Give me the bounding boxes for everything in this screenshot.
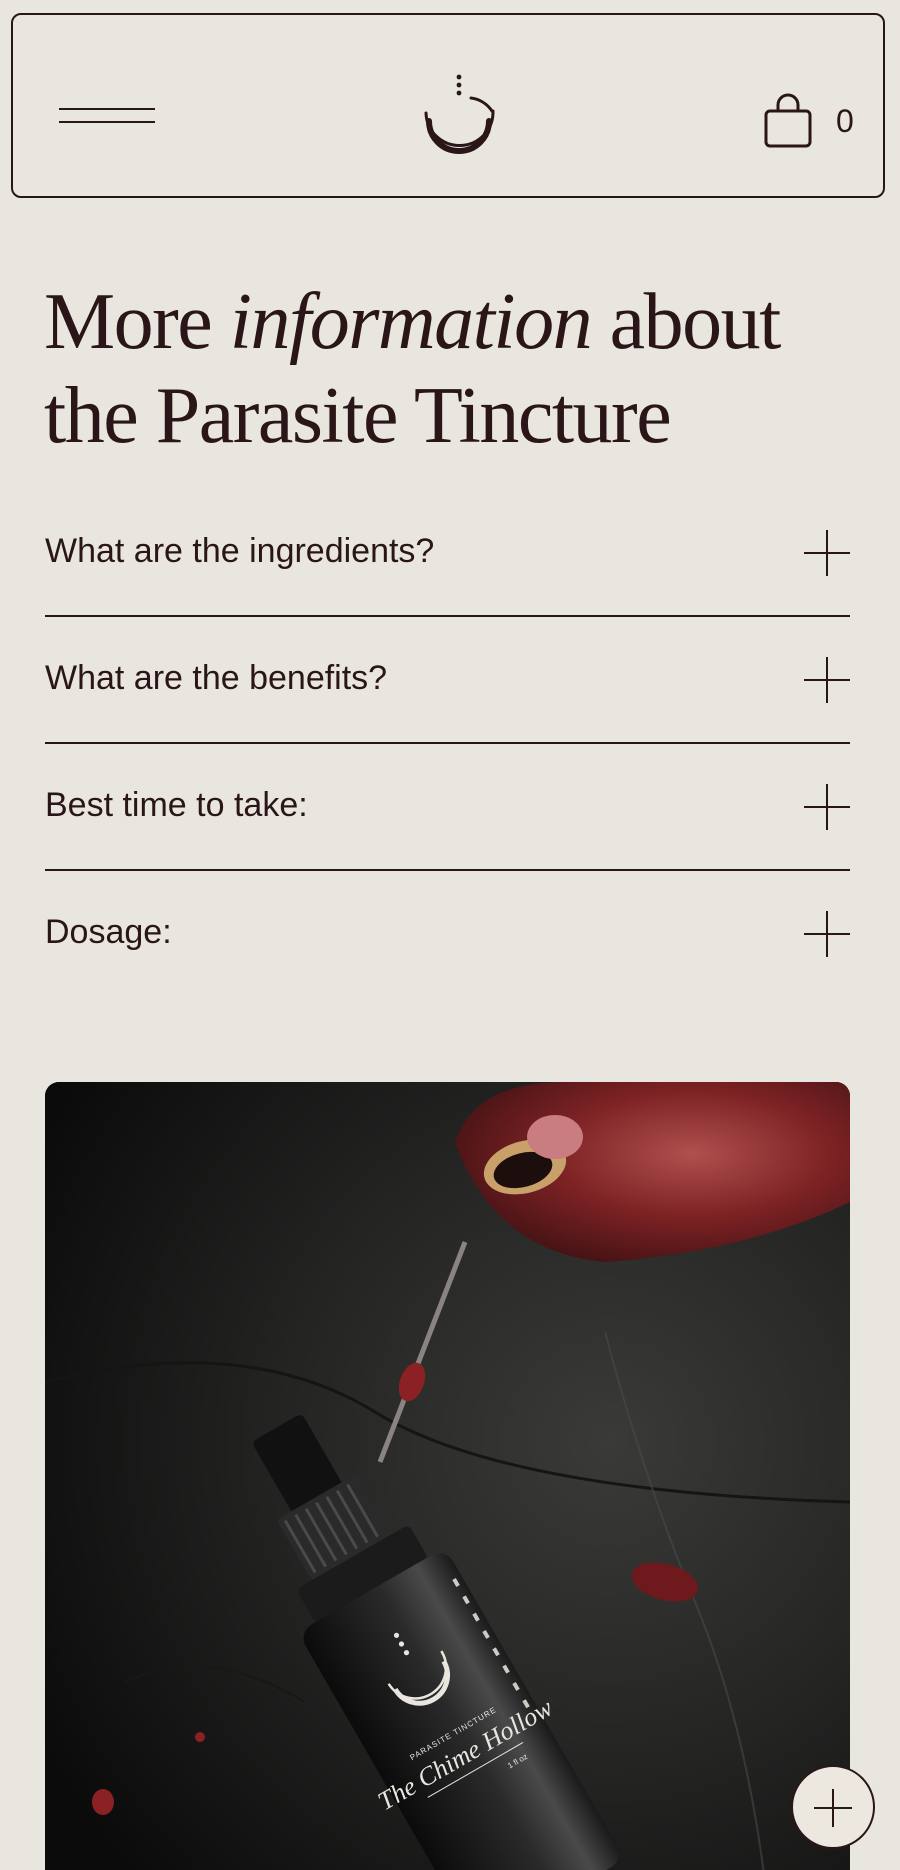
faq-accordion: What are the ingredients? What are the b… [45,490,850,998]
faq-question: Best time to take: [45,786,308,824]
cart-count: 0 [836,103,854,139]
crescent-moon-logo-icon[interactable] [407,63,507,173]
title-emphasis: information [229,278,593,366]
plus-icon[interactable] [791,1765,875,1849]
faq-item-ingredients[interactable]: What are the ingredients? [45,490,850,617]
page-title: More information about the Parasite Tinc… [44,275,864,463]
shopping-bag-icon [764,93,812,148]
title-part1: More [44,278,213,366]
menu-line [59,108,155,110]
plus-icon[interactable] [804,657,850,703]
plus-icon[interactable] [804,911,850,957]
faq-question: Dosage: [45,913,172,951]
faq-item-dosage[interactable]: Dosage: [45,871,850,998]
faq-item-best-time[interactable]: Best time to take: [45,744,850,871]
menu-line [59,121,155,123]
faq-item-benefits[interactable]: What are the benefits? [45,617,850,744]
title-part2: about [609,278,782,366]
plus-icon[interactable] [804,530,850,576]
title-line2: the Parasite Tincture [44,372,672,460]
hamburger-menu-icon[interactable] [47,91,157,131]
faq-question: What are the benefits? [45,659,388,697]
product-photo: PARASITE TINCTURE The Chime Hollow 1 fl … [45,1082,850,1870]
faq-question: What are the ingredients? [45,532,435,570]
cart-button[interactable]: 0 [758,89,870,155]
plus-icon[interactable] [804,784,850,830]
site-header: 0 [11,13,885,198]
